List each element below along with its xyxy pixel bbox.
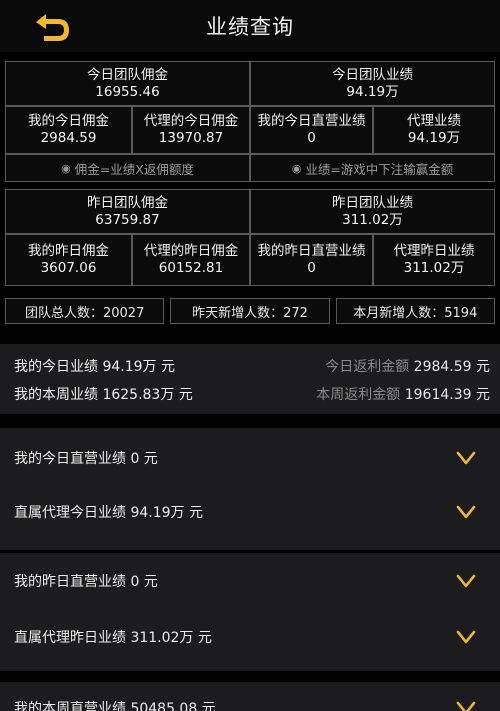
page-title: 业绩查询 [206,15,294,39]
today-my-commission-label: 我的今日佣金 [28,113,109,129]
today-team-performance-label: 今日团队业绩 [332,66,413,83]
today-agent-performance-label: 代理业绩 [407,113,461,129]
today-team-performance: 今日团队业绩 94.19万 [250,61,495,106]
new-yesterday-count: 昨天新增人数：272 [170,298,330,324]
week-performance-text: 我的本周业绩 1625.83万 元 [14,387,193,403]
today-my-direct: 我的今日直营业绩 0 [250,106,373,154]
week-direct-row[interactable]: 我的本周直营业绩 50485.08 元 [14,696,476,711]
today-my-commission: 我的今日佣金 2984.59 [5,106,132,154]
today-direct-row[interactable]: 我的今日直营业绩 0 元 [14,446,476,470]
member-count-bar: 团队总人数：20027 昨天新增人数：272 本月新增人数：5194 [5,298,495,324]
today-performance-text: 我的今日业绩 94.19万 元 [14,359,175,375]
yesterday-direct-text: 我的昨日直营业绩 0 元 [14,574,158,590]
today-rebate: 今日返利金额 2984.59 元 [325,356,490,376]
today-agent-performance-value: 94.19万 [407,130,461,146]
today-agent-text: 直属代理今日业绩 94.19万 元 [14,505,203,521]
today-rebate-label: 今日返利金额 [325,359,414,375]
yesterday-team-performance-label: 昨日团队业绩 [332,194,413,211]
yesterday-agent-commission-label: 代理的昨日佣金 [143,243,239,259]
yesterday-team-performance: 昨日团队业绩 311.02万 [250,189,495,234]
chevron-down-icon[interactable] [456,701,476,711]
radio-dot-icon: ◉ [291,161,302,175]
today-team-commission-value: 16955.46 [95,83,160,100]
yesterday-agent-performance-label: 代理昨日业绩 [393,243,475,259]
yesterday-team-commission-label: 昨日团队佣金 [87,194,168,211]
yesterday-team-commission: 昨日团队佣金 63759.87 [5,189,250,234]
yesterday-agent-text: 直属代理昨日业绩 311.02万 元 [14,630,212,646]
yesterday-agent-commission: 代理的昨日佣金 60152.81 [132,234,250,286]
week-summary-row: 我的本周业绩 1625.83万 元 本周返利金额 19614.39 元 [14,384,490,404]
today-summary-row: 我的今日业绩 94.19万 元 今日返利金额 2984.59 元 [14,356,490,376]
back-arrow-icon[interactable] [32,12,72,44]
yesterday-agent-performance-value: 311.02万 [403,260,465,276]
summary-panel: 我的今日业绩 94.19万 元 今日返利金额 2984.59 元 我的本周业绩 … [0,344,500,414]
today-direct-text: 我的今日直营业绩 0 元 [14,451,158,467]
performance-formula-text: 业绩=游戏中下注输赢金额 [305,161,454,177]
radio-dot-icon: ◉ [61,161,71,175]
today-my-direct-label: 我的今日直营业绩 [257,113,366,129]
today-direct-section: 我的今日直营业绩 0 元 直属代理今日业绩 94.19万 元 [0,428,500,550]
yesterday-team-commission-value: 63759.87 [95,211,160,228]
chevron-down-icon[interactable] [456,505,476,519]
yesterday-agent-performance: 代理昨日业绩 311.02万 [373,234,495,286]
commission-formula-note: ◉ 佣金=业绩X返佣额度 [5,154,250,182]
yesterday-my-direct-label: 我的昨日直营业绩 [257,243,366,259]
commission-formula-text: 佣金=业绩X返佣额度 [74,161,194,177]
today-agent-commission: 代理的今日佣金 13970.87 [132,106,250,154]
week-direct-section: 我的本周直营业绩 50485.08 元 [0,682,500,711]
yesterday-my-direct: 我的昨日直营业绩 0 [250,234,373,286]
today-rebate-value: 2984.59 元 [413,359,490,375]
today-team-commission-label: 今日团队佣金 [87,66,168,83]
today-agent-commission-label: 代理的今日佣金 [143,113,239,129]
today-team-performance-value: 94.19万 [346,83,399,100]
performance-formula-note: ◉ 业绩=游戏中下注输赢金额 [250,154,495,182]
week-rebate-label: 本周返利金额 [316,387,405,403]
team-total-count: 团队总人数：20027 [5,298,165,324]
today-my-direct-value: 0 [307,130,316,146]
chevron-down-icon[interactable] [456,630,476,644]
week-rebate: 本周返利金额 19614.39 元 [316,384,490,404]
today-agent-row[interactable]: 直属代理今日业绩 94.19万 元 [14,500,476,524]
header-bar: 业绩查询 [0,0,500,52]
yesterday-my-commission-value: 3607.06 [40,260,97,276]
chevron-down-icon[interactable] [456,451,476,465]
yesterday-my-commission: 我的昨日佣金 3607.06 [5,234,132,286]
today-agent-performance: 代理业绩 94.19万 [373,106,495,154]
week-rebate-value: 19614.39 元 [404,387,490,403]
today-agent-commission-value: 13970.87 [158,130,224,146]
yesterday-team-performance-value: 311.02万 [342,211,403,228]
today-my-commission-value: 2984.59 [40,130,97,146]
today-team-commission: 今日团队佣金 16955.46 [5,61,250,106]
yesterday-my-direct-value: 0 [307,260,316,276]
chevron-down-icon[interactable] [456,574,476,588]
yesterday-my-commission-label: 我的昨日佣金 [28,243,109,259]
new-month-count: 本月新增人数：5194 [335,298,495,324]
yesterday-agent-commission-value: 60152.81 [158,260,224,276]
yesterday-direct-section: 我的昨日直营业绩 0 元 直属代理昨日业绩 311.02万 元 [0,553,500,671]
week-direct-text: 我的本周直营业绩 50485.08 元 [14,701,216,711]
yesterday-direct-row[interactable]: 我的昨日直营业绩 0 元 [14,569,476,593]
yesterday-agent-row[interactable]: 直属代理昨日业绩 311.02万 元 [14,625,476,649]
